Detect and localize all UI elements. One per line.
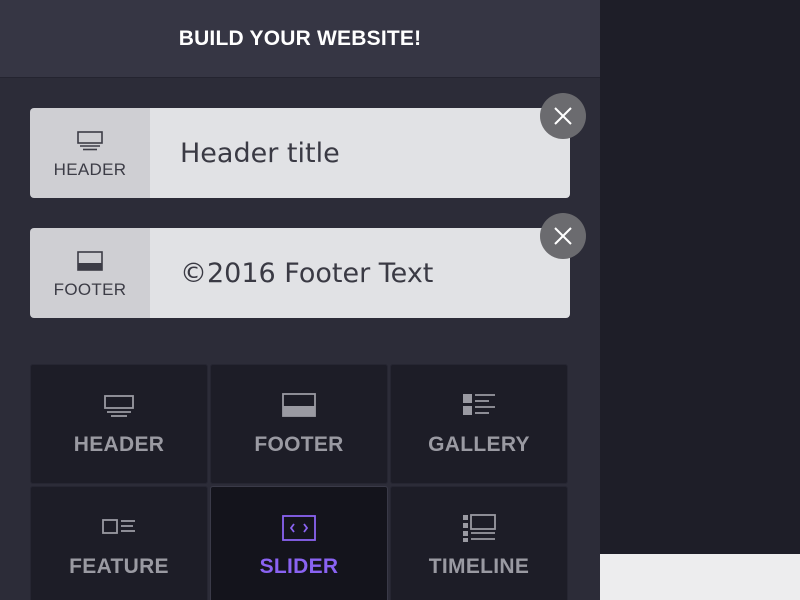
tile-footer[interactable]: FOOTER: [210, 364, 388, 484]
preview-canvas-strip: [600, 554, 800, 600]
footer-block-tag-label: FOOTER: [53, 280, 127, 299]
builder-panel: BUILD YOUR WEBSITE! HEADER FOOTER: [0, 0, 600, 600]
slider-icon: [282, 515, 316, 541]
timeline-icon: [463, 514, 496, 542]
header-icon: [77, 131, 103, 151]
tile-label: TIMELINE: [428, 555, 530, 578]
header-title-input[interactable]: [150, 108, 570, 198]
tile-label: SLIDER: [259, 555, 339, 578]
footer-icon: [282, 393, 316, 417]
tile-header[interactable]: HEADER: [30, 364, 208, 484]
header-block-tag: HEADER: [30, 108, 150, 198]
tile-gallery[interactable]: GALLERY: [390, 364, 568, 484]
remove-header-button[interactable]: [540, 93, 586, 139]
footer-block-tag: FOOTER: [30, 228, 150, 318]
header-icon: [104, 395, 134, 417]
feature-icon: [102, 519, 135, 534]
header-block: HEADER: [30, 108, 570, 198]
tile-label: HEADER: [73, 433, 165, 456]
tile-label: FEATURE: [69, 555, 169, 578]
panel-header: BUILD YOUR WEBSITE!: [0, 0, 600, 78]
preview-canvas: [600, 0, 800, 554]
tile-label: FOOTER: [254, 433, 344, 456]
tile-slider[interactable]: SLIDER: [210, 486, 388, 600]
header-block-tag-label: HEADER: [53, 160, 127, 179]
close-icon: [554, 107, 572, 125]
panel-title: BUILD YOUR WEBSITE!: [178, 26, 422, 50]
remove-footer-button[interactable]: [540, 213, 586, 259]
footer-icon: [77, 251, 103, 271]
tile-timeline[interactable]: TIMELINE: [390, 486, 568, 600]
close-icon: [554, 227, 572, 245]
footer-text-input[interactable]: [150, 228, 570, 318]
footer-block: FOOTER: [30, 228, 570, 318]
gallery-icon: [463, 394, 495, 415]
tile-label: GALLERY: [428, 433, 530, 456]
block-palette: HEADER FOOTER GALLERY FEATURE SLIDER TIM…: [30, 364, 570, 600]
tile-feature[interactable]: FEATURE: [30, 486, 208, 600]
